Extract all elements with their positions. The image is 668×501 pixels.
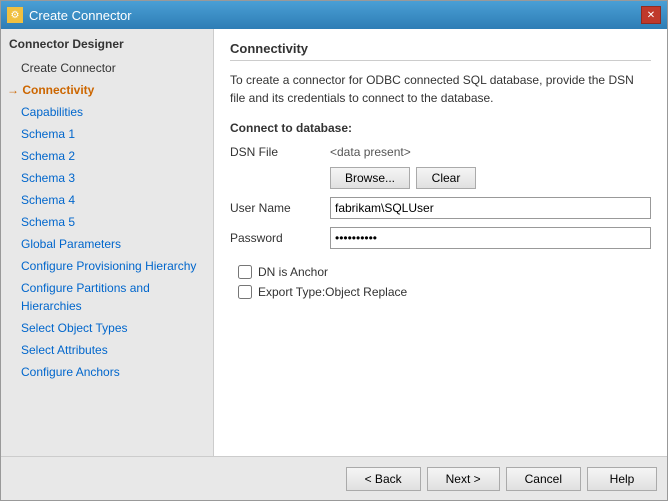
footer: < Back Next > Cancel Help [1, 456, 667, 500]
password-row: Password [230, 227, 651, 249]
username-row: User Name [230, 197, 651, 219]
connect-to-label: Connect to database: [230, 121, 651, 135]
help-button[interactable]: Help [587, 467, 657, 491]
cancel-button[interactable]: Cancel [506, 467, 581, 491]
title-bar-buttons: ✕ [641, 6, 661, 24]
content-area: Connectivity To create a connector for O… [214, 29, 667, 456]
dsn-label: DSN File [230, 145, 330, 159]
sidebar-item-configure-anchors[interactable]: Configure Anchors [1, 361, 213, 383]
sidebar-item-schema5[interactable]: Schema 5 [1, 211, 213, 233]
sidebar-item-schema4[interactable]: Schema 4 [1, 189, 213, 211]
sidebar-item-schema2[interactable]: Schema 2 [1, 145, 213, 167]
sidebar-item-create-connector[interactable]: Create Connector [1, 57, 213, 79]
title-bar: ⚙ Create Connector ✕ [1, 1, 667, 29]
close-button[interactable]: ✕ [641, 6, 661, 24]
main-window: ⚙ Create Connector ✕ Connector Designer … [0, 0, 668, 501]
sidebar-item-select-object-types[interactable]: Select Object Types [1, 317, 213, 339]
browse-button[interactable]: Browse... [330, 167, 410, 189]
clear-button[interactable]: Clear [416, 167, 476, 189]
password-label: Password [230, 231, 330, 245]
sidebar-item-global-parameters[interactable]: Global Parameters [1, 233, 213, 255]
sidebar-item-select-attributes[interactable]: Select Attributes [1, 339, 213, 361]
export-type-row: Export Type:Object Replace [238, 285, 651, 299]
section-title: Connectivity [230, 41, 651, 61]
sidebar-item-configure-partitions-and-hierarchies[interactable]: Configure Partitions and Hierarchies [1, 277, 213, 317]
title-bar-left: ⚙ Create Connector [7, 7, 132, 23]
sidebar-header: Connector Designer [1, 33, 213, 57]
sidebar-item-schema3[interactable]: Schema 3 [1, 167, 213, 189]
next-button[interactable]: Next > [427, 467, 500, 491]
username-input[interactable] [330, 197, 651, 219]
window-title: Create Connector [29, 8, 132, 23]
password-input[interactable] [330, 227, 651, 249]
dsn-value: <data present> [330, 145, 651, 159]
sidebar-item-schema1[interactable]: Schema 1 [1, 123, 213, 145]
back-button[interactable]: < Back [346, 467, 421, 491]
sidebar-item-connectivity[interactable]: Connectivity [1, 79, 213, 101]
app-icon: ⚙ [7, 7, 23, 23]
export-type-label: Export Type:Object Replace [258, 285, 407, 299]
sidebar-item-configure-provisioning-hierarchy[interactable]: Configure Provisioning Hierarchy [1, 255, 213, 277]
username-label: User Name [230, 201, 330, 215]
browse-clear-row: Browse... Clear [330, 167, 651, 189]
sidebar: Connector Designer Create Connector Conn… [1, 29, 214, 456]
sidebar-item-capabilities[interactable]: Capabilities [1, 101, 213, 123]
main-area: Connector Designer Create Connector Conn… [1, 29, 667, 456]
dn-is-anchor-row: DN is Anchor [238, 265, 651, 279]
dn-anchor-label: DN is Anchor [258, 265, 328, 279]
dsn-file-row: DSN File <data present> [230, 145, 651, 159]
checkboxes-section: DN is Anchor Export Type:Object Replace [230, 265, 651, 305]
export-type-checkbox[interactable] [238, 285, 252, 299]
description-text: To create a connector for ODBC connected… [230, 71, 651, 107]
dn-anchor-checkbox[interactable] [238, 265, 252, 279]
